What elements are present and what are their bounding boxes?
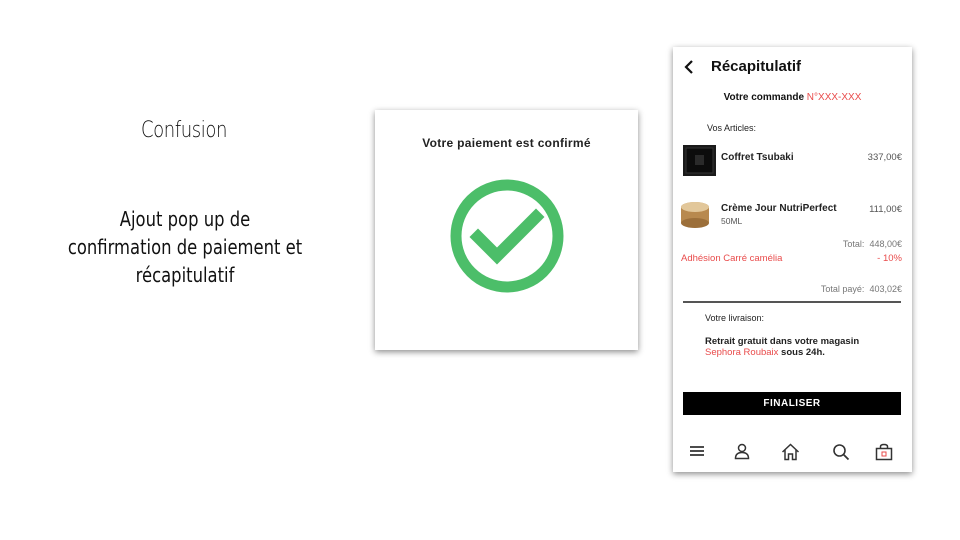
- divider: [683, 301, 901, 303]
- order-summary-screen: Récapitulatif Votre commande N°XXX-XXX V…: [673, 47, 912, 472]
- product-image-coffret-tsubaki[interactable]: [683, 145, 716, 176]
- page-title: Récapitulatif: [711, 58, 802, 75]
- product-price: 337,00€: [867, 152, 902, 163]
- product-name: Crème Jour NutriPerfect: [721, 203, 837, 214]
- bag-icon[interactable]: [875, 443, 893, 461]
- home-icon[interactable]: [781, 443, 800, 461]
- discount-label: Adhésion Carré camélia: [681, 253, 783, 264]
- slide-title: Confusion: [140, 118, 228, 143]
- total-row: Total: 448,00€: [843, 239, 902, 249]
- total-value: 448,00€: [869, 239, 902, 249]
- slide-description: Ajout pop up de confirmation de paiement…: [67, 207, 303, 287]
- popup-title: Votre paiement est confirmé: [422, 136, 591, 150]
- user-icon[interactable]: [734, 443, 750, 460]
- finalize-button[interactable]: FINALISER: [683, 392, 901, 415]
- product-name: Coffret Tsubaki: [721, 152, 794, 163]
- order-number-value: N°XXX-XXX: [806, 92, 862, 103]
- chevron-left-icon[interactable]: [683, 59, 695, 75]
- shipping-text-part2: sous 24h.: [778, 347, 825, 358]
- order-number: Votre commande N°XXX-XXX: [673, 92, 912, 103]
- articles-label: Vos Articles:: [707, 123, 757, 133]
- product-subtitle: 50ML: [721, 216, 743, 226]
- product-price: 111,00€: [869, 204, 902, 215]
- check-circle-icon: [450, 179, 564, 293]
- paid-value: 403,02€: [869, 284, 902, 294]
- menu-icon[interactable]: [689, 443, 705, 459]
- search-icon[interactable]: [832, 443, 850, 461]
- paid-total-row: Total payé: 403,02€: [821, 284, 902, 294]
- paid-label: Total payé:: [820, 284, 865, 294]
- bottom-nav: [673, 443, 912, 465]
- shipping-text-part1: Retrait gratuit dans votre magasin: [705, 336, 860, 347]
- shipping-text: Retrait gratuit dans votre magasin Sepho…: [705, 336, 895, 358]
- discount-value: - 10%: [877, 253, 902, 264]
- total-label: Total:: [842, 239, 865, 249]
- order-label: Votre commande: [723, 92, 805, 103]
- payment-confirmation-popup: Votre paiement est confirmé: [375, 110, 638, 350]
- product-image-creme-nutriperfect[interactable]: [679, 200, 711, 228]
- shipping-store[interactable]: Sephora Roubaix: [705, 347, 778, 358]
- shipping-label: Votre livraison:: [705, 313, 765, 323]
